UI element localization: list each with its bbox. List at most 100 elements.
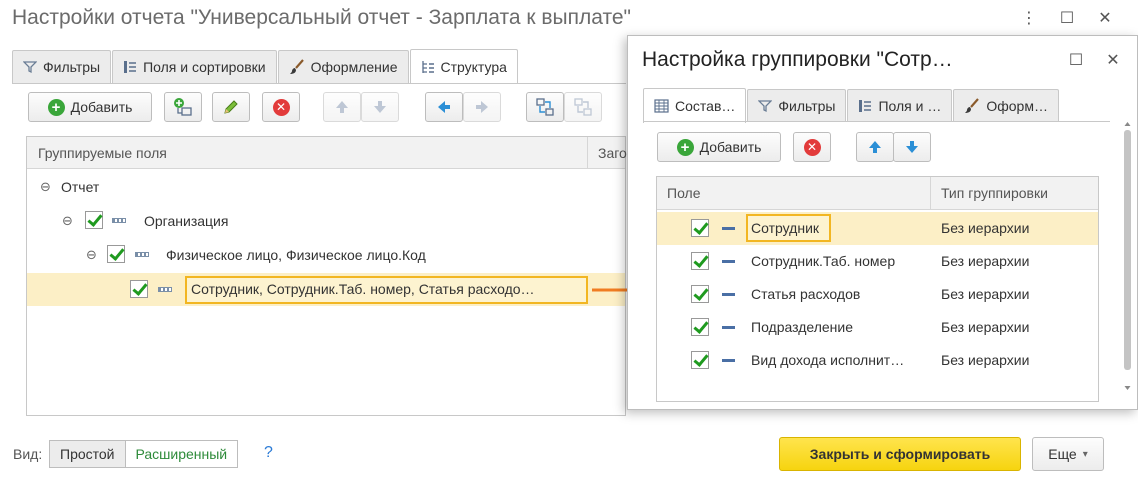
swap-button[interactable] bbox=[526, 92, 564, 122]
dialog-add-button[interactable]: + Добавить bbox=[657, 132, 781, 162]
more-button[interactable]: Еще ▾ bbox=[1032, 437, 1104, 471]
dialog-delete-button[interactable]: ✕ bbox=[793, 132, 831, 162]
close-and-generate-button[interactable]: Закрыть и сформировать bbox=[779, 437, 1021, 471]
add-button[interactable]: + Добавить bbox=[28, 92, 152, 122]
dialog-grid-header: Поле Тип группировки bbox=[657, 177, 1098, 210]
checkbox[interactable] bbox=[85, 211, 103, 229]
checkbox[interactable] bbox=[691, 219, 709, 237]
tab-divider bbox=[12, 83, 626, 84]
close-icon[interactable]: ✕ bbox=[1094, 8, 1116, 28]
view-label: Вид: bbox=[13, 446, 43, 462]
field-department[interactable]: Подразделение bbox=[751, 319, 853, 335]
funnel-icon bbox=[23, 61, 37, 74]
dialog-tabs: Состав… Фильтры Поля и … Оформ… bbox=[643, 88, 1060, 123]
pencil-icon bbox=[224, 100, 238, 114]
tree-node-employee[interactable]: Сотрудник, Сотрудник.Таб. номер, Статья … bbox=[191, 281, 535, 297]
dialog-tab-composition[interactable]: Состав… bbox=[643, 88, 747, 123]
collapse-toggle[interactable]: ⊖ bbox=[62, 213, 73, 229]
grouping-type[interactable]: Без иерархии bbox=[941, 286, 1029, 302]
swap-alt-icon bbox=[574, 98, 592, 116]
maximize-icon[interactable]: ☐ bbox=[1056, 8, 1078, 28]
field-icon bbox=[722, 293, 735, 296]
help-link[interactable]: ? bbox=[264, 444, 273, 462]
checkbox[interactable] bbox=[691, 285, 709, 303]
move-up-button[interactable] bbox=[323, 92, 361, 122]
more-menu-icon[interactable]: ⋮ bbox=[1018, 8, 1040, 28]
brush-icon bbox=[965, 98, 980, 113]
field-income-type[interactable]: Вид дохода исполнит… bbox=[751, 352, 904, 368]
grouping-type[interactable]: Без иерархии bbox=[941, 352, 1029, 368]
tab-structure[interactable]: Структура bbox=[409, 49, 518, 84]
move-down-button[interactable] bbox=[361, 92, 399, 122]
view-mode-switch: Простой Расширенный bbox=[49, 440, 239, 468]
settings-tabs: Фильтры Поля и сортировки Оформление Стр… bbox=[12, 49, 519, 84]
tab-filters[interactable]: Фильтры bbox=[12, 50, 112, 83]
checkbox[interactable] bbox=[691, 252, 709, 270]
tree-node-report[interactable]: Отчет bbox=[61, 179, 99, 195]
grid-header: Группируемые поля Заго bbox=[27, 137, 627, 169]
dialog-move-up-button[interactable] bbox=[856, 132, 894, 162]
grouping-type[interactable]: Без иерархии bbox=[941, 253, 1029, 269]
tree-node-organization[interactable]: Организация bbox=[144, 213, 228, 229]
tab-label: Поля и … bbox=[878, 98, 942, 114]
field-icon bbox=[722, 260, 735, 263]
checkbox[interactable] bbox=[691, 318, 709, 336]
dialog-close-icon[interactable]: ✕ bbox=[1102, 50, 1124, 70]
field-icon bbox=[112, 218, 126, 223]
delete-button[interactable]: ✕ bbox=[262, 92, 300, 122]
move-right-button[interactable] bbox=[463, 92, 501, 122]
view-extended-option[interactable]: Расширенный bbox=[125, 441, 238, 467]
grouping-type[interactable]: Без иерархии bbox=[941, 220, 1029, 236]
tab-label: Оформление bbox=[310, 59, 398, 75]
dialog-scrollbar[interactable] bbox=[1122, 120, 1133, 398]
list-icon bbox=[124, 61, 137, 73]
checkbox[interactable] bbox=[107, 245, 125, 263]
field-icon bbox=[722, 326, 735, 329]
column-header-title: Заго bbox=[598, 145, 627, 161]
collapse-toggle[interactable]: ⊖ bbox=[86, 247, 97, 263]
tab-appearance[interactable]: Оформление bbox=[277, 50, 409, 83]
field-employee[interactable]: Сотрудник bbox=[751, 220, 819, 236]
field-icon bbox=[722, 227, 735, 230]
tab-label: Фильтры bbox=[43, 59, 101, 75]
swap-icon bbox=[536, 98, 554, 116]
tab-label: Фильтры bbox=[778, 98, 836, 114]
tab-label: Оформ… bbox=[986, 98, 1048, 114]
grouping-type[interactable]: Без иерархии bbox=[941, 319, 1029, 335]
dialog-move-down-button[interactable] bbox=[893, 132, 931, 162]
tree-icon bbox=[421, 61, 434, 73]
field-employee-tab-number[interactable]: Сотрудник.Таб. номер bbox=[751, 253, 895, 269]
checkbox[interactable] bbox=[691, 351, 709, 369]
table-icon bbox=[654, 99, 669, 113]
move-left-button[interactable] bbox=[425, 92, 463, 122]
tab-fields-sorting[interactable]: Поля и сортировки bbox=[112, 50, 277, 83]
delete-icon: ✕ bbox=[803, 138, 821, 156]
column-header-grouped-fields: Группируемые поля bbox=[38, 145, 167, 161]
tab-label: Состав… bbox=[675, 98, 736, 114]
dialog-tab-divider bbox=[643, 121, 1110, 122]
dialog-tab-filters[interactable]: Фильтры bbox=[747, 89, 847, 122]
add-grouping-button[interactable] bbox=[164, 92, 202, 122]
swap-alt-button[interactable] bbox=[564, 92, 602, 122]
list-icon bbox=[859, 100, 872, 112]
dialog-tab-fields[interactable]: Поля и … bbox=[847, 89, 953, 122]
view-simple-option[interactable]: Простой bbox=[50, 441, 126, 467]
dialog-tab-appearance[interactable]: Оформ… bbox=[953, 89, 1059, 122]
dialog-maximize-icon[interactable]: ☐ bbox=[1065, 50, 1087, 70]
plus-circle-icon: + bbox=[47, 98, 65, 116]
field-icon bbox=[158, 287, 172, 292]
add-grouping-icon bbox=[174, 98, 192, 116]
column-header-field: Поле bbox=[667, 185, 701, 201]
field-expense-item[interactable]: Статья расходов bbox=[751, 286, 860, 302]
brush-icon bbox=[289, 59, 304, 74]
checkbox[interactable] bbox=[130, 280, 148, 298]
arrow-down-icon bbox=[374, 101, 386, 113]
field-icon bbox=[135, 252, 149, 257]
arrow-down-icon bbox=[906, 141, 918, 153]
window-title: Настройки отчета "Универсальный отчет - … bbox=[12, 6, 631, 29]
arrow-up-icon bbox=[869, 141, 881, 153]
collapse-toggle[interactable]: ⊖ bbox=[40, 179, 51, 195]
arrow-up-icon bbox=[336, 101, 348, 113]
tree-node-person[interactable]: Физическое лицо, Физическое лицо.Код bbox=[166, 247, 426, 263]
edit-button[interactable] bbox=[212, 92, 250, 122]
